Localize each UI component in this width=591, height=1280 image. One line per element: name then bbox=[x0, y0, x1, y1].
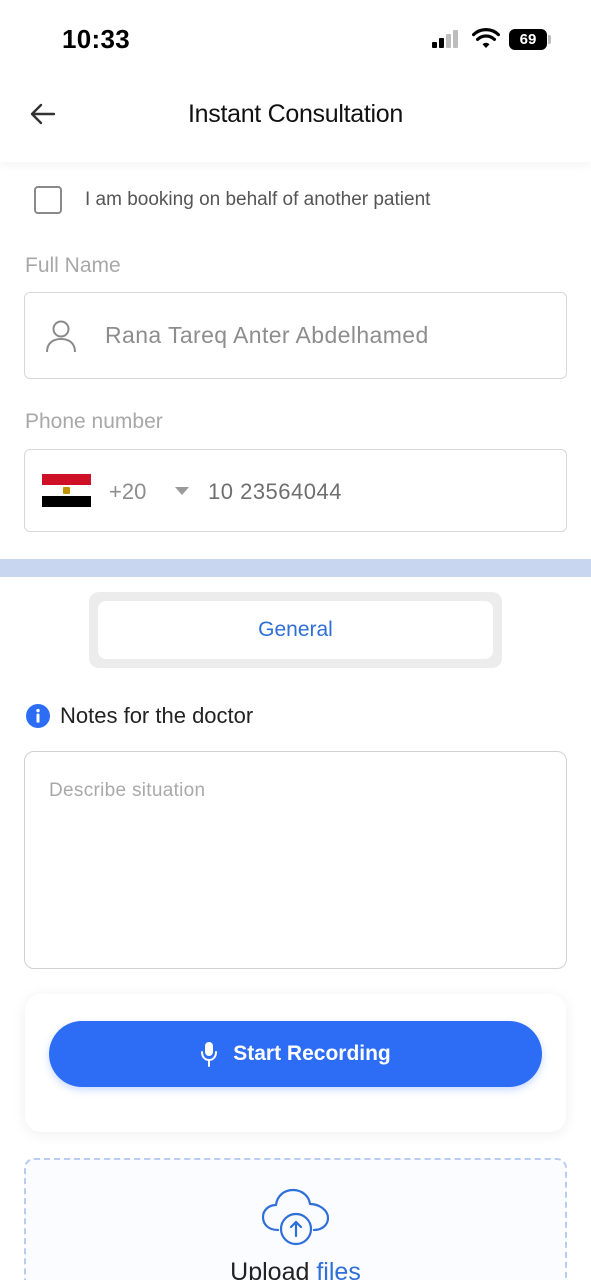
notes-placeholder: Describe situation bbox=[49, 780, 206, 801]
upload-dropzone[interactable]: Upload files bbox=[24, 1158, 567, 1280]
upload-files-link[interactable]: files bbox=[316, 1258, 360, 1280]
info-icon[interactable] bbox=[26, 704, 50, 728]
dial-code-dropdown-icon[interactable] bbox=[175, 487, 189, 495]
consultation-type-segment: General bbox=[89, 592, 502, 668]
notes-header: Notes for the doctor bbox=[26, 703, 253, 729]
page-title: Instant Consultation bbox=[188, 100, 403, 128]
phone-field[interactable]: +20 10 23564044 bbox=[24, 449, 567, 532]
behalf-checkbox-label: I am booking on behalf of another patien… bbox=[85, 189, 431, 210]
upload-text: Upload files bbox=[26, 1258, 565, 1280]
phone-label: Phone number bbox=[25, 410, 163, 433]
full-name-field[interactable]: Rana Tareq Anter Abdelhamed bbox=[24, 292, 567, 379]
app-header: Instant Consultation bbox=[0, 78, 591, 162]
status-time: 10:33 bbox=[62, 24, 130, 54]
notes-textarea[interactable]: Describe situation bbox=[24, 751, 567, 969]
full-name-label: Full Name bbox=[25, 254, 121, 277]
section-divider bbox=[0, 559, 591, 577]
microphone-icon bbox=[201, 1042, 218, 1067]
cloud-upload-icon bbox=[261, 1188, 330, 1246]
wifi-icon bbox=[472, 28, 500, 48]
dial-code[interactable]: +20 bbox=[109, 479, 146, 505]
egypt-flag-icon[interactable] bbox=[42, 474, 91, 507]
phone-value: 10 23564044 bbox=[208, 479, 342, 504]
start-recording-label: Start Recording bbox=[233, 1042, 391, 1065]
cellular-signal-icon bbox=[432, 30, 462, 48]
notes-label: Notes for the doctor bbox=[60, 703, 254, 728]
behalf-checkbox-row[interactable]: I am booking on behalf of another patien… bbox=[34, 184, 430, 216]
segment-general[interactable]: General bbox=[98, 601, 493, 659]
behalf-checkbox[interactable] bbox=[34, 186, 62, 214]
start-recording-button[interactable]: Start Recording bbox=[49, 1021, 542, 1087]
battery-tip bbox=[548, 35, 551, 44]
recording-card: Start Recording bbox=[25, 994, 566, 1132]
upload-text-prefix: Upload bbox=[230, 1258, 310, 1280]
status-bar: 10:33 69 bbox=[0, 0, 591, 78]
battery-icon: 69 bbox=[509, 29, 547, 50]
full-name-value: Rana Tareq Anter Abdelhamed bbox=[105, 322, 429, 348]
user-icon bbox=[46, 320, 76, 353]
